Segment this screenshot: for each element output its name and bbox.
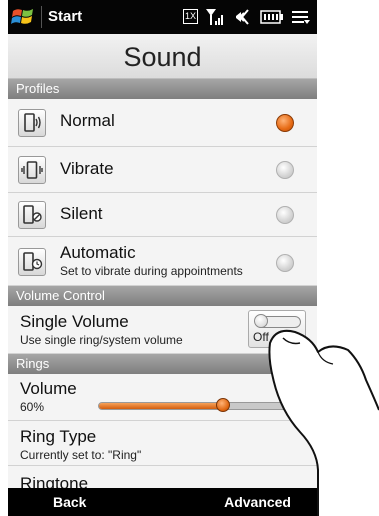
screen: Start 1X Sound Profiles Normal Vibrate S… <box>8 0 317 516</box>
back-button[interactable]: Back <box>53 494 86 510</box>
profile-radio-selected[interactable] <box>276 114 294 132</box>
slider-fill <box>99 403 225 409</box>
start-label[interactable]: Start <box>48 8 82 25</box>
ring-type-label: Ring Type <box>20 427 97 446</box>
single-volume-label: Single Volume <box>20 312 129 331</box>
section-header-volume-control: Volume Control <box>8 286 317 306</box>
profile-radio[interactable] <box>276 254 294 272</box>
silent-phone-icon <box>18 201 46 229</box>
profile-row-automatic[interactable]: Automatic Set to vibrate during appointm… <box>8 237 317 286</box>
profile-row-silent[interactable]: Silent <box>8 193 317 237</box>
profile-row-vibrate[interactable]: Vibrate <box>8 147 317 193</box>
bottom-command-bar: Back Advanced <box>8 488 317 516</box>
status-separator <box>41 6 42 28</box>
profile-label: Automatic <box>60 243 136 262</box>
battery-icon <box>260 10 283 24</box>
ring-volume-value: 60% <box>20 400 45 414</box>
ring-type-row[interactable]: Ring Type Currently set to: "Ring" <box>8 421 317 466</box>
speaker-phone-icon <box>18 109 46 137</box>
menu-lines-icon[interactable] <box>292 9 310 25</box>
profile-label: Normal <box>60 111 115 130</box>
profile-label: Silent <box>60 204 103 223</box>
ring-type-sub: Currently set to: "Ring" <box>20 448 142 462</box>
advanced-button[interactable]: Advanced <box>224 494 291 510</box>
single-volume-toggle[interactable]: Off <box>248 310 306 348</box>
ring-volume-slider[interactable] <box>98 402 307 410</box>
speaker-icon <box>236 9 249 25</box>
ring-volume-label: Volume <box>20 379 77 398</box>
vibrate-phone-icon <box>18 156 46 184</box>
section-header-profiles: Profiles <box>8 79 317 99</box>
windows-logo-icon[interactable] <box>10 5 36 29</box>
profile-radio[interactable] <box>276 161 294 179</box>
toggle-state: Off <box>253 330 269 344</box>
section-header-rings: Rings <box>8 354 317 374</box>
profile-label: Vibrate <box>60 159 114 178</box>
ring-volume-row[interactable]: Volume 60% <box>8 374 317 421</box>
signal-icon <box>206 9 223 25</box>
title-bar: Sound <box>8 34 317 79</box>
network-badge: 1X <box>183 9 198 24</box>
profile-row-normal[interactable]: Normal <box>8 99 317 147</box>
single-volume-sub: Use single ring/system volume <box>20 333 183 347</box>
profile-sub: Set to vibrate during appointments <box>60 264 243 278</box>
status-bar: Start 1X <box>8 0 317 34</box>
page-title: Sound <box>123 42 202 72</box>
profile-radio[interactable] <box>276 206 294 224</box>
toggle-knob <box>254 314 268 328</box>
clock-phone-icon <box>18 248 46 276</box>
